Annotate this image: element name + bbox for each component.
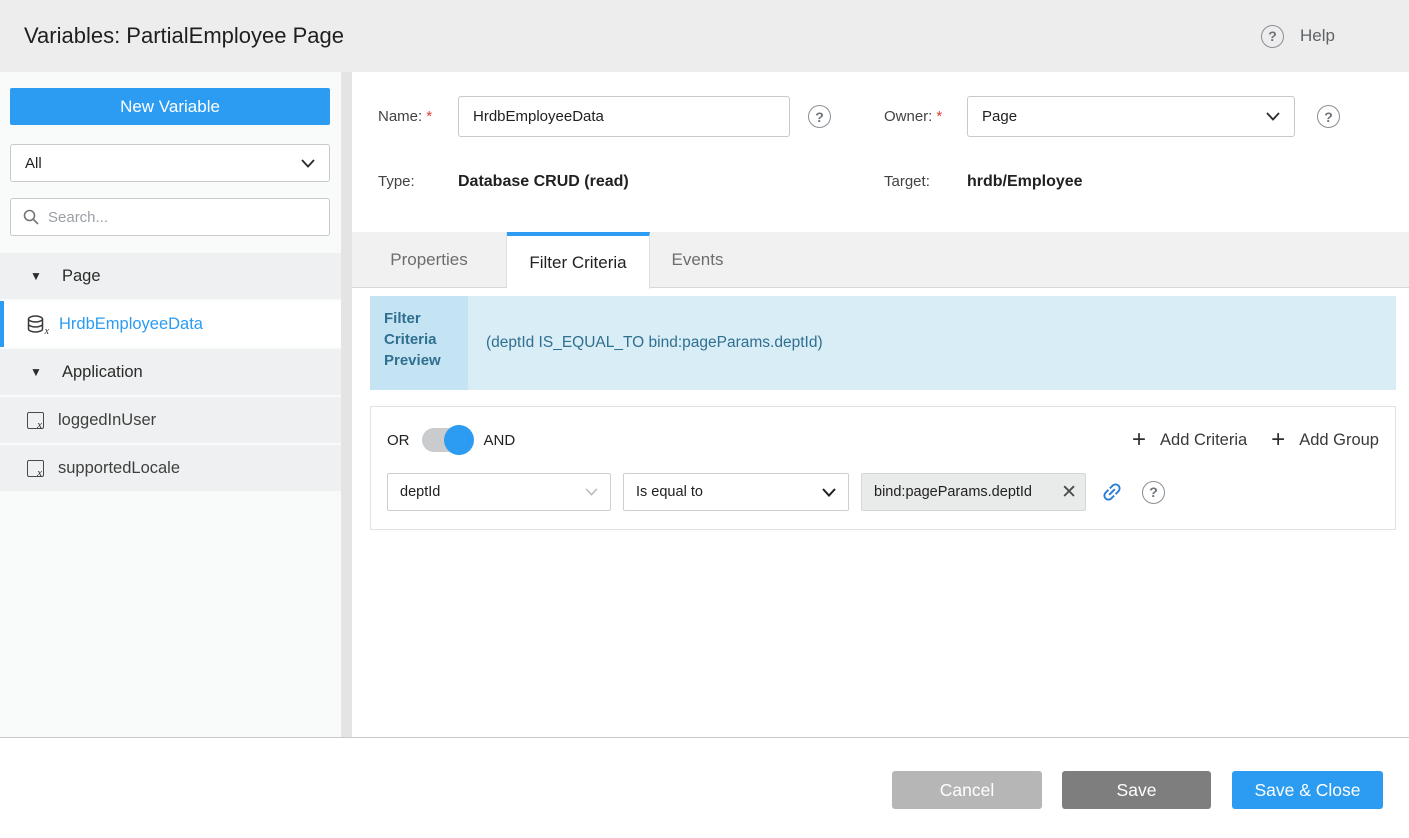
tree-group-label: Page xyxy=(62,267,101,286)
tab-properties[interactable]: Properties xyxy=(352,232,507,287)
tree-item-label: loggedInUser xyxy=(58,411,156,430)
static-variable-icon: x xyxy=(27,460,44,477)
criteria-actions: + Add Criteria + Add Group xyxy=(1132,430,1379,450)
sidebar-divider xyxy=(341,72,352,737)
remove-binding-icon[interactable]: ✕ xyxy=(1059,483,1079,502)
add-group-label: Add Group xyxy=(1299,431,1379,450)
chevron-down-icon xyxy=(822,488,836,497)
criteria-editor: OR AND + Add Criteria + Add Group deptI xyxy=(370,406,1396,530)
add-criteria-label: Add Criteria xyxy=(1160,431,1247,450)
help-button[interactable]: ? Help xyxy=(1261,0,1335,72)
tree-item-loggedinuser[interactable]: x loggedInUser xyxy=(0,397,341,443)
link-icon xyxy=(1095,475,1129,509)
tree-item-hrdbemployeedata[interactable]: x HrdbEmployeeData xyxy=(0,301,341,347)
database-icon: x xyxy=(27,315,45,334)
variables-sidebar: New Variable All ▼ Page x HrdbEmployeeDa… xyxy=(0,72,341,737)
owner-select-value: Page xyxy=(982,108,1017,125)
tree-item-supportedlocale[interactable]: x supportedLocale xyxy=(0,445,341,491)
save-button[interactable]: Save xyxy=(1062,771,1211,809)
or-label: OR xyxy=(387,432,410,449)
bound-value-chip[interactable]: bind:pageParams.deptId ✕ xyxy=(861,473,1086,511)
and-label: AND xyxy=(484,432,516,449)
toggle-knob xyxy=(444,425,474,455)
static-variable-icon: x xyxy=(27,412,44,429)
tab-filter-criteria[interactable]: Filter Criteria xyxy=(507,232,650,289)
field-select[interactable]: deptId xyxy=(387,473,611,511)
bind-link-button[interactable] xyxy=(1100,480,1124,504)
variable-type-filter-value: All xyxy=(25,155,42,172)
triangle-down-icon: ▼ xyxy=(30,365,44,379)
target-label: Target: xyxy=(884,170,930,194)
add-group-button[interactable]: + Add Group xyxy=(1271,430,1379,450)
search-input[interactable] xyxy=(48,209,317,226)
filter-criteria-preview-label: Filter Criteria Preview xyxy=(370,296,468,390)
or-and-toggle[interactable] xyxy=(422,428,470,452)
page-title: Variables: PartialEmployee Page xyxy=(24,0,344,72)
dialog-footer: Cancel Save Save & Close xyxy=(0,738,1409,838)
tree-group-label: Application xyxy=(62,363,143,382)
cancel-button[interactable]: Cancel xyxy=(892,771,1042,809)
owner-help-icon[interactable]: ? xyxy=(1317,105,1340,128)
name-label: Name:* xyxy=(378,96,432,137)
variable-detail-panel: Name:* ? Owner:* Page ? Type: Database C… xyxy=(352,72,1409,737)
criteria-help-icon[interactable]: ? xyxy=(1142,481,1165,504)
search-icon xyxy=(23,209,39,225)
type-label: Type: xyxy=(378,170,415,194)
plus-icon: + xyxy=(1271,430,1285,450)
variables-dialog: Variables: PartialEmployee Page ? Help N… xyxy=(0,0,1409,838)
criteria-row: deptId Is equal to bind:pageParams.deptI… xyxy=(387,473,1165,511)
chevron-down-icon xyxy=(585,488,598,496)
filter-criteria-preview-value: (deptId IS_EQUAL_TO bind:pageParams.dept… xyxy=(468,296,1396,390)
required-asterisk: * xyxy=(426,108,432,125)
detail-tabs: Properties Filter Criteria Events xyxy=(352,232,1409,288)
dialog-header: Variables: PartialEmployee Page ? Help xyxy=(0,0,1409,72)
variable-x-glyph: x xyxy=(45,326,49,337)
tree-item-label: HrdbEmployeeData xyxy=(59,315,203,334)
chevron-down-icon xyxy=(301,159,315,168)
triangle-down-icon: ▼ xyxy=(30,269,44,283)
new-variable-button[interactable]: New Variable xyxy=(10,88,330,125)
owner-label: Owner:* xyxy=(884,96,942,137)
type-value: Database CRUD (read) xyxy=(458,170,629,194)
filter-criteria-preview: Filter Criteria Preview (deptId IS_EQUAL… xyxy=(370,296,1396,390)
name-input[interactable] xyxy=(458,96,790,137)
bound-value-text: bind:pageParams.deptId xyxy=(874,484,1059,500)
tree-group-application[interactable]: ▼ Application xyxy=(0,349,341,395)
variables-tree: ▼ Page x HrdbEmployeeData ▼ Application … xyxy=(0,253,341,493)
chevron-down-icon xyxy=(1266,112,1280,121)
name-help-icon[interactable]: ? xyxy=(808,105,831,128)
tab-events[interactable]: Events xyxy=(650,232,745,287)
condition-select-value: Is equal to xyxy=(636,484,703,500)
required-asterisk: * xyxy=(936,108,942,125)
tree-item-label: supportedLocale xyxy=(58,459,180,478)
variable-search-box[interactable] xyxy=(10,198,330,236)
tree-group-page[interactable]: ▼ Page xyxy=(0,253,341,299)
help-label: Help xyxy=(1300,26,1335,46)
variable-type-filter-select[interactable]: All xyxy=(10,144,330,182)
target-value: hrdb/Employee xyxy=(967,170,1083,194)
owner-select[interactable]: Page xyxy=(967,96,1295,137)
add-criteria-button[interactable]: + Add Criteria xyxy=(1132,430,1247,450)
help-question-icon: ? xyxy=(1261,25,1284,48)
criteria-toolbar: OR AND + Add Criteria + Add Group xyxy=(387,425,1379,455)
plus-icon: + xyxy=(1132,430,1146,450)
field-select-value: deptId xyxy=(400,484,440,500)
condition-select[interactable]: Is equal to xyxy=(623,473,849,511)
save-and-close-button[interactable]: Save & Close xyxy=(1232,771,1383,809)
